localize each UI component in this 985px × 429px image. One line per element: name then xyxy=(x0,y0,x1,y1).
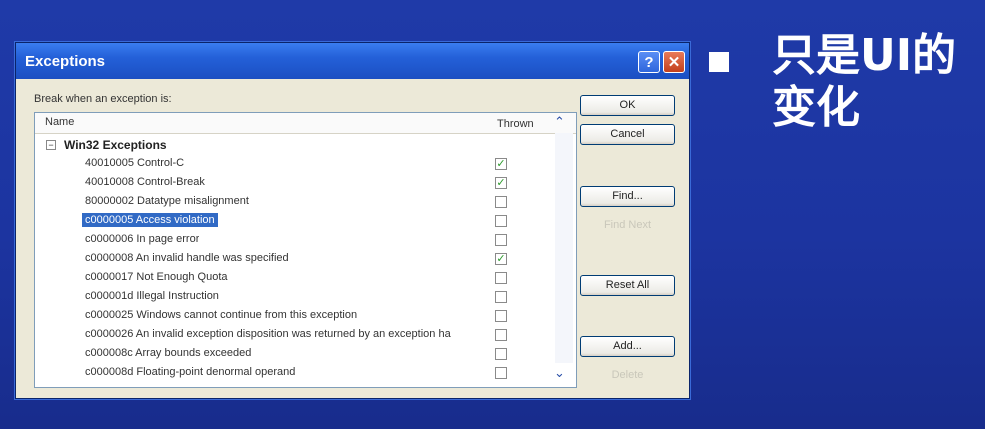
break-label: Break when an exception is: xyxy=(34,93,172,105)
slide-bullet xyxy=(709,52,729,72)
thrown-checkbox[interactable] xyxy=(495,367,507,379)
exception-label: c0000017 Not Enough Quota xyxy=(85,271,228,283)
add-button[interactable]: Add... xyxy=(580,336,675,357)
exceptions-dialog: Exceptions ? ✕ Break when an exception i… xyxy=(15,42,690,399)
slide-heading-line2: 变化 xyxy=(772,82,860,133)
close-button[interactable]: ✕ xyxy=(663,51,685,73)
scroll-up-icon[interactable]: ⌃ xyxy=(554,114,565,130)
dialog-title: Exceptions xyxy=(25,53,106,70)
exception-row[interactable]: 40010005 Control-C ✓ xyxy=(35,156,535,175)
exception-row[interactable]: c0000005 Access violation xyxy=(35,213,535,232)
slide-heading-line1: 只是UI的 xyxy=(772,30,957,81)
exception-label: 40010005 Control-C xyxy=(85,157,185,169)
reset-all-button[interactable]: Reset All xyxy=(580,275,675,296)
thrown-checkbox[interactable] xyxy=(495,329,507,341)
exception-label: c000001d Illegal Instruction xyxy=(85,290,219,302)
exception-row[interactable]: c0000026 An invalid exception dispositio… xyxy=(35,327,535,346)
exception-row[interactable]: 80000002 Datatype misalignment xyxy=(35,194,535,213)
exception-label: c000008d Floating-point denormal operand xyxy=(85,366,296,378)
thrown-checkbox[interactable] xyxy=(495,291,507,303)
close-icon: ✕ xyxy=(667,54,681,71)
exception-label: c000008c Array bounds exceeded xyxy=(85,347,252,359)
exception-label: c0000026 An invalid exception dispositio… xyxy=(85,328,451,340)
help-button[interactable]: ? xyxy=(638,51,660,73)
title-bar[interactable]: Exceptions ? ✕ xyxy=(16,43,689,79)
thrown-checkbox[interactable] xyxy=(495,215,507,227)
find-next-button[interactable]: Find Next xyxy=(580,215,675,236)
find-button[interactable]: Find... xyxy=(580,186,675,207)
group-label: Win32 Exceptions xyxy=(64,138,167,152)
help-icon: ? xyxy=(644,53,654,71)
scrollbar[interactable] xyxy=(555,133,573,363)
slide-heading: 只是UI的 变化 xyxy=(772,30,977,134)
exception-row[interactable]: c000008d Floating-point denormal operand xyxy=(35,365,535,384)
thrown-checkbox[interactable]: ✓ xyxy=(495,158,507,170)
exception-row[interactable]: c0000008 An invalid handle was specified… xyxy=(35,251,535,270)
thrown-checkbox[interactable] xyxy=(495,348,507,360)
cancel-button[interactable]: Cancel xyxy=(580,124,675,145)
exception-row[interactable]: c000001d Illegal Instruction xyxy=(35,289,535,308)
exception-label: c0000025 Windows cannot continue from th… xyxy=(85,309,358,321)
exception-row[interactable]: 40010008 Control-Break ✓ xyxy=(35,175,535,194)
group-row[interactable]: − Win32 Exceptions xyxy=(35,137,535,156)
exception-label: 40010008 Control-Break xyxy=(85,176,205,188)
thrown-checkbox[interactable] xyxy=(495,196,507,208)
exception-label: c0000005 Access violation xyxy=(82,213,218,227)
exception-label: c0000006 In page error xyxy=(85,233,200,245)
delete-button[interactable]: Delete xyxy=(580,365,675,386)
thrown-checkbox[interactable] xyxy=(495,310,507,322)
scroll-down-icon[interactable]: ⌄ xyxy=(554,365,565,381)
thrown-checkbox[interactable]: ✓ xyxy=(495,177,507,189)
thrown-checkbox[interactable]: ✓ xyxy=(495,253,507,265)
thrown-checkbox[interactable] xyxy=(495,234,507,246)
ok-button[interactable]: OK xyxy=(580,95,675,116)
column-thrown[interactable]: Thrown xyxy=(497,118,534,130)
exception-label: 80000002 Datatype misalignment xyxy=(85,195,249,207)
thrown-checkbox[interactable] xyxy=(495,272,507,284)
exception-row[interactable]: c000008c Array bounds exceeded xyxy=(35,346,535,365)
exceptions-list[interactable]: Name Thrown ⌃ ⌄ − Win32 Exceptions 40010… xyxy=(34,112,577,388)
exception-row[interactable]: c0000017 Not Enough Quota xyxy=(35,270,535,289)
column-name[interactable]: Name xyxy=(45,116,74,128)
collapse-icon[interactable]: − xyxy=(46,140,56,150)
exception-label: c0000008 An invalid handle was specified xyxy=(85,252,289,264)
column-header: Name Thrown ⌃ xyxy=(35,113,576,134)
exception-row[interactable]: c0000025 Windows cannot continue from th… xyxy=(35,308,535,327)
exception-row[interactable]: c0000006 In page error xyxy=(35,232,535,251)
